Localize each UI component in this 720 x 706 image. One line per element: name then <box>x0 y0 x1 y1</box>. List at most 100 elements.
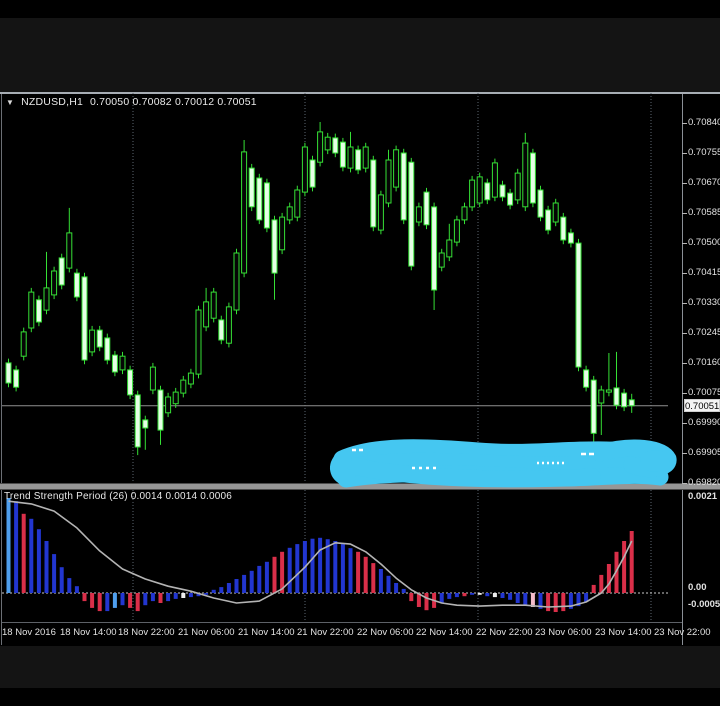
histogram-bar <box>264 561 269 593</box>
letterbox-top <box>0 18 720 92</box>
candle-body-bear <box>256 177 263 221</box>
histogram-bar <box>181 593 186 598</box>
candle-body-bear <box>58 257 65 286</box>
candle-body-bear <box>73 272 80 298</box>
candle-body-bull <box>172 391 179 405</box>
price-axis-label: 0.70500 <box>688 237 720 248</box>
price-axis-label: 0.70415 <box>688 267 720 278</box>
letterbox-bottom <box>0 646 720 688</box>
price-axis-tick <box>682 453 687 454</box>
pane-separator-handle[interactable] <box>0 483 720 490</box>
histogram-bar <box>553 593 558 612</box>
candle-body-bear <box>590 379 597 434</box>
candle-body-bear <box>567 232 574 244</box>
histogram-bar <box>36 529 41 593</box>
histogram-bar <box>394 583 399 593</box>
histogram-bar <box>492 593 497 598</box>
chart-title: ▼ NZDUSD,H1 0.70050 0.70082 0.70012 0.70… <box>6 96 257 108</box>
candle-body-bull <box>165 396 172 414</box>
time-axis-label: 23 Nov 14:00 <box>595 627 652 638</box>
histogram-bar <box>74 586 79 593</box>
histogram-bar <box>454 593 459 598</box>
time-axis-label: 18 Nov 22:00 <box>118 627 175 638</box>
histogram-bar <box>348 548 353 593</box>
candle-body-bear <box>408 161 415 267</box>
histogram-bar <box>150 593 155 602</box>
candle-body-bear <box>431 206 438 291</box>
candle-body-bull <box>301 146 308 193</box>
histogram-bar <box>318 537 323 593</box>
histogram-bar <box>90 593 95 608</box>
price-axis-tick <box>682 303 687 304</box>
indicator-axis-label: 0.0021 <box>688 491 718 502</box>
candle-body-bull <box>180 379 187 394</box>
candle-body-bull <box>279 216 286 251</box>
histogram-bar <box>622 541 627 593</box>
price-axis-label: 0.69990 <box>688 417 720 428</box>
histogram-bar <box>112 593 117 608</box>
candle-body-bear <box>575 242 582 368</box>
candle-body-bear <box>583 369 590 388</box>
candle-body-bear <box>13 369 20 388</box>
histogram-bar <box>340 544 345 593</box>
histogram-bar <box>500 593 505 598</box>
indicator-pane-canvas[interactable] <box>2 490 682 622</box>
histogram-bar <box>508 593 513 600</box>
candle-body-bull <box>89 329 96 353</box>
candle-body-bull <box>522 142 529 208</box>
candle-body-bear <box>157 389 164 431</box>
candle-body-bear <box>142 419 149 429</box>
candle-body-bear <box>309 159 316 188</box>
histogram-bar <box>97 593 102 612</box>
histogram-bar <box>128 593 133 608</box>
candle-body-bear <box>560 216 567 241</box>
histogram-bar <box>447 593 452 599</box>
candle-body-bear <box>339 141 346 168</box>
candle-body-bear <box>400 152 407 221</box>
price-axis-label: 0.69820 <box>688 477 720 488</box>
histogram-bar <box>470 593 475 595</box>
price-axis-label: 0.70160 <box>688 357 720 368</box>
main-price-chart-canvas[interactable] <box>2 93 682 483</box>
histogram-bar <box>242 574 247 593</box>
candle-body-bull <box>415 206 422 223</box>
histogram-bar <box>409 593 414 602</box>
price-axis-label: 0.70245 <box>688 327 720 338</box>
candle-body-bear <box>507 192 514 206</box>
candle-body-bull <box>225 306 232 344</box>
price-axis-label: 0.70755 <box>688 147 720 158</box>
candle-body-bear <box>628 399 635 407</box>
histogram-bar <box>629 531 634 593</box>
time-axis-label: 18 Nov 14:00 <box>60 627 117 638</box>
histogram-bar <box>333 541 338 593</box>
histogram-bar <box>371 563 376 593</box>
price-axis-label: 0.70840 <box>688 117 720 128</box>
candle-body-bull <box>438 252 445 268</box>
time-axis-label: 21 Nov 14:00 <box>238 627 295 638</box>
candle-body-bull <box>393 149 400 188</box>
candle-body-bear <box>134 394 141 448</box>
price-axis-label: 0.69905 <box>688 447 720 458</box>
chart-dropdown-icon[interactable]: ▼ <box>6 98 14 107</box>
price-axis-tick <box>682 213 687 214</box>
time-axis-label: 21 Nov 06:00 <box>178 627 235 638</box>
price-axis-border <box>682 94 683 645</box>
candle-body-bull <box>187 372 194 385</box>
histogram-bar <box>257 565 262 593</box>
histogram-bar <box>295 544 300 593</box>
candle-body-bear <box>332 137 339 154</box>
histogram-bar <box>6 498 11 593</box>
histogram-bar <box>356 551 361 593</box>
candle-body-bull <box>598 389 605 404</box>
candle-body-bull <box>43 287 50 311</box>
time-axis-label: 22 Nov 14:00 <box>416 627 473 638</box>
price-axis-tick <box>682 123 687 124</box>
candle-body-bear <box>35 299 42 323</box>
candle-body-bull <box>210 291 217 319</box>
histogram-bar <box>21 513 26 593</box>
candle-body-bear <box>613 387 620 406</box>
price-axis-tick <box>682 273 687 274</box>
candle-body-bull <box>324 136 331 151</box>
candle-body-bull <box>446 239 453 258</box>
candle-body-bear <box>263 182 270 229</box>
